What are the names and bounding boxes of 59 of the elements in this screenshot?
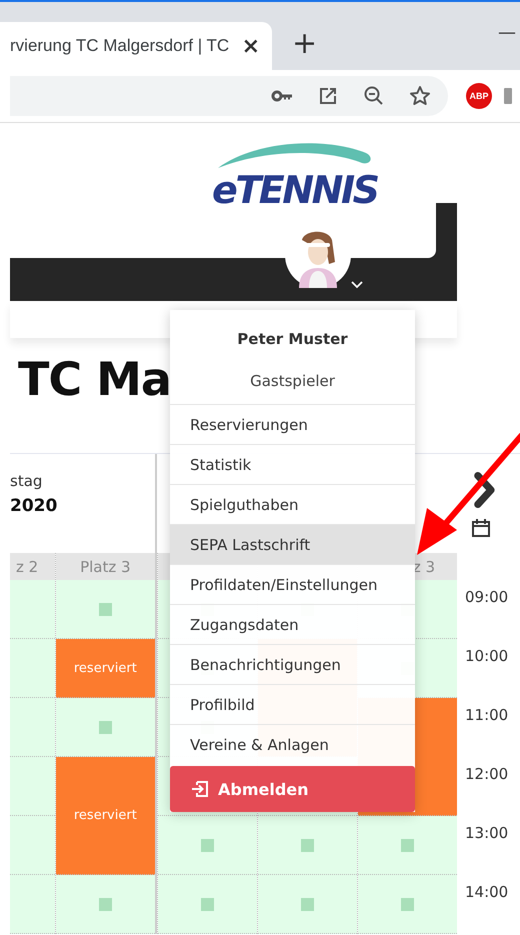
- etennis-logo: eTENNIS: [206, 135, 386, 210]
- free-slot[interactable]: [10, 757, 55, 816]
- minimize-button[interactable]: —: [498, 22, 516, 43]
- time-label: 14:00: [465, 883, 508, 901]
- new-tab-button[interactable]: +: [292, 24, 318, 64]
- free-slot[interactable]: [56, 580, 155, 639]
- adblock-extension-button[interactable]: ABP: [466, 83, 492, 109]
- menu-item[interactable]: Profildaten/Einstellungen: [170, 564, 415, 604]
- menu-item[interactable]: Reservierungen: [170, 404, 415, 444]
- free-marker-icon: [201, 838, 214, 852]
- free-slot[interactable]: [10, 875, 55, 934]
- free-marker-icon: [301, 898, 314, 910]
- free-slot[interactable]: [158, 816, 257, 875]
- chevron-right-icon[interactable]: [472, 472, 496, 508]
- free-slot[interactable]: [56, 875, 155, 934]
- weekday-label: stag: [10, 472, 44, 490]
- user-name: Peter Muster: [236, 329, 349, 350]
- close-tab-button[interactable]: ×: [242, 34, 260, 58]
- free-marker-icon: [401, 838, 414, 852]
- free-marker-icon: [98, 602, 112, 616]
- time-label: 12:00: [465, 765, 508, 783]
- free-marker-icon: [401, 898, 414, 910]
- menu-item[interactable]: Vereine & Anlagen: [170, 724, 415, 764]
- free-slot[interactable]: [358, 875, 457, 934]
- menu-item[interactable]: Statistik: [170, 444, 415, 484]
- user-role: Gastspieler: [249, 371, 336, 392]
- time-label: 11:00: [465, 706, 508, 724]
- logout-icon: [190, 779, 210, 799]
- free-slot[interactable]: [10, 639, 55, 698]
- free-slot[interactable]: [56, 698, 155, 757]
- star-icon[interactable]: [408, 84, 432, 108]
- time-label: 09:00: [465, 588, 508, 606]
- browser-tab[interactable]: rvierung TC Malgersdorf | TC ×: [0, 22, 272, 70]
- calendar-icon[interactable]: [470, 518, 490, 538]
- free-slot[interactable]: [258, 875, 357, 934]
- tab-title: rvierung TC Malgersdorf | TC: [10, 36, 230, 56]
- court-header: Platz 3: [56, 553, 155, 580]
- menu-item[interactable]: SEPA Lastschrift: [170, 524, 415, 564]
- free-slot[interactable]: [10, 580, 55, 639]
- free-marker-icon: [201, 898, 214, 910]
- date-label: 2020: [10, 496, 58, 516]
- chevron-down-icon[interactable]: [351, 281, 363, 289]
- time-label: 10:00: [465, 647, 508, 665]
- free-slot[interactable]: [258, 816, 357, 875]
- free-marker-icon: [301, 838, 314, 852]
- free-marker-icon: [98, 898, 112, 910]
- menu-item[interactable]: Zugangsdaten: [170, 604, 415, 644]
- free-marker-icon: [98, 720, 112, 734]
- menu-item[interactable]: Benachrichtigungen: [170, 644, 415, 684]
- time-label: 13:00: [465, 824, 508, 842]
- menu-item[interactable]: Profilbild: [170, 684, 415, 724]
- logout-button[interactable]: Abmelden: [170, 766, 415, 812]
- free-slot[interactable]: [10, 698, 55, 757]
- free-slot[interactable]: [10, 816, 55, 875]
- free-slot[interactable]: [358, 816, 457, 875]
- address-bar[interactable]: [10, 76, 448, 116]
- free-slot[interactable]: [158, 875, 257, 934]
- club-title: TC Ma: [17, 351, 170, 408]
- court-header: z 2: [10, 553, 55, 580]
